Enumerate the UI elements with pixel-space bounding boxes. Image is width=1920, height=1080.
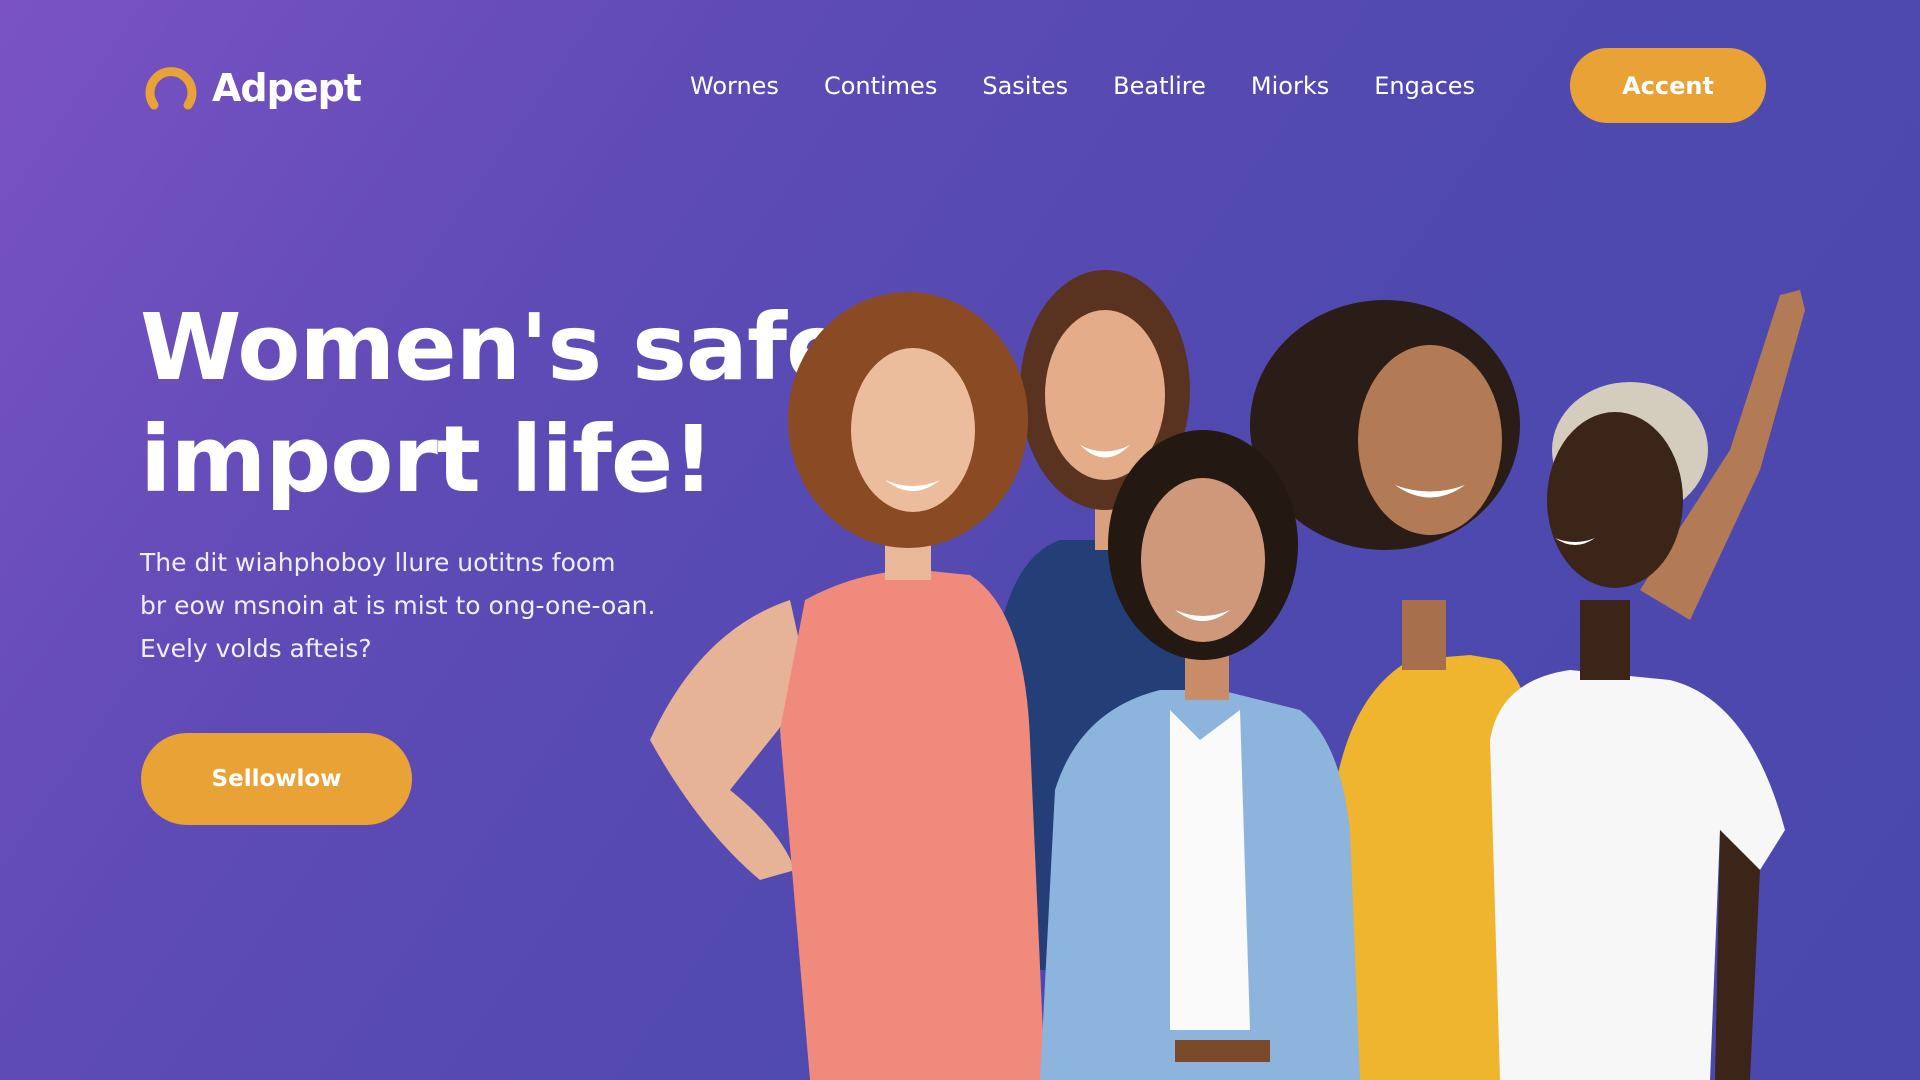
hero-subtitle: The dit wiahphoboy llure uotitns foom br… bbox=[140, 541, 700, 670]
hero-subtitle-line-2: br eow msnoin at is mist to ong-one-oan. bbox=[140, 591, 656, 620]
hero-subtitle-line-1: The dit wiahphoboy llure uotitns foom bbox=[140, 548, 616, 577]
nav-links: Wornes Contimes Sasites Beatlire Miorks … bbox=[690, 68, 1475, 104]
accent-button[interactable]: Accent bbox=[1570, 48, 1766, 123]
hero-subtitle-line-3: Evely volds afteis? bbox=[140, 634, 372, 663]
hero-cta-button[interactable]: Sellowlow bbox=[141, 733, 412, 825]
woman-coral-top bbox=[650, 292, 1045, 1080]
nav-link-miorks[interactable]: Miorks bbox=[1251, 72, 1329, 100]
brand-name: Adpept bbox=[212, 66, 362, 110]
logo-ring-icon bbox=[145, 67, 197, 110]
hero-group-photo bbox=[650, 270, 1805, 1080]
nav-link-beatlire[interactable]: Beatlire bbox=[1113, 72, 1206, 100]
nav-link-contimes[interactable]: Contimes bbox=[824, 72, 937, 100]
nav-link-engaces[interactable]: Engaces bbox=[1374, 72, 1475, 100]
top-navigation: Adpept Wornes Contimes Sasites Beatlire … bbox=[0, 0, 1920, 170]
nav-link-wornes[interactable]: Wornes bbox=[690, 72, 779, 100]
brand-logo[interactable]: Adpept bbox=[142, 60, 362, 116]
nav-link-sasites[interactable]: Sasites bbox=[982, 72, 1068, 100]
